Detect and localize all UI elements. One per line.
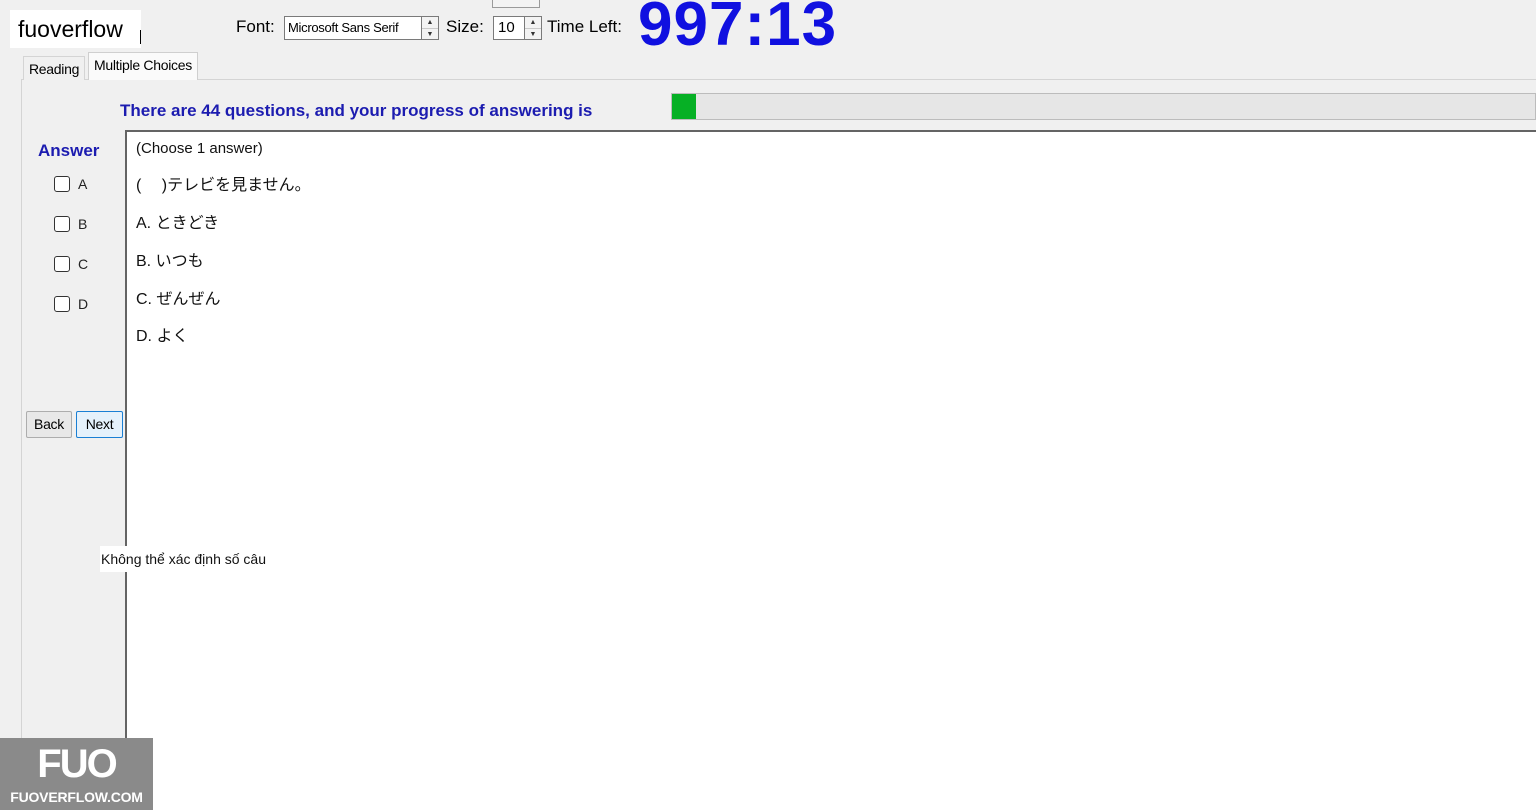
checkbox[interactable] bbox=[54, 216, 70, 232]
spin-down-icon[interactable]: ▼ bbox=[422, 28, 438, 40]
answer-title: Answer bbox=[38, 141, 100, 160]
next-button[interactable]: Next bbox=[76, 411, 123, 438]
answer-option-b[interactable]: B bbox=[54, 214, 87, 234]
question-choice: C. ぜんぜん bbox=[136, 291, 221, 308]
answer-option-label: B bbox=[78, 216, 88, 232]
time-left-value: 997:13 bbox=[638, 0, 838, 59]
question-stem: ( )テレビを見ません。 bbox=[136, 177, 311, 194]
hidden-top-control bbox=[492, 0, 540, 8]
question-instruction: (Choose 1 answer) bbox=[136, 140, 263, 157]
logo-text: FUOVERFLOW.COM bbox=[10, 789, 143, 805]
answer-option-a[interactable]: A bbox=[54, 174, 87, 194]
progress-fill bbox=[672, 94, 697, 119]
answer-option-label: C bbox=[78, 256, 89, 272]
back-button[interactable]: Back bbox=[26, 411, 72, 438]
checkbox[interactable] bbox=[54, 256, 70, 272]
answer-option-label: A bbox=[78, 176, 88, 192]
spin-down-icon[interactable]: ▼ bbox=[525, 28, 541, 40]
size-input[interactable]: 10 bbox=[493, 16, 525, 40]
progress-bar bbox=[671, 93, 1536, 120]
checkbox[interactable] bbox=[54, 176, 70, 192]
tab-multiple-choices[interactable]: Multiple Choices bbox=[88, 52, 198, 80]
question-choice: A. ときどき bbox=[136, 215, 220, 232]
time-left-label: Time Left: bbox=[547, 17, 622, 36]
answer-option-d[interactable]: D bbox=[54, 294, 88, 314]
question-choice: B. いつも bbox=[136, 253, 204, 270]
progress-text: There are 44 questions, and your progres… bbox=[120, 101, 593, 120]
logo-mark: FUO bbox=[37, 742, 117, 786]
spin-up-icon[interactable]: ▲ bbox=[422, 17, 438, 28]
checkbox[interactable] bbox=[54, 296, 70, 312]
question-choice: D. よく bbox=[136, 328, 189, 345]
tab-reading[interactable]: Reading bbox=[23, 56, 86, 80]
font-select[interactable]: Microsoft Sans Serif bbox=[284, 16, 422, 40]
fuoverflow-logo: FUO FUOVERFLOW.COM bbox=[0, 738, 153, 810]
status-message: Không thể xác định số câu bbox=[100, 546, 269, 572]
size-spinner[interactable]: ▲ ▼ bbox=[524, 16, 542, 40]
text-caret bbox=[140, 30, 141, 44]
font-spinner[interactable]: ▲ ▼ bbox=[421, 16, 439, 40]
size-label: Size: bbox=[446, 17, 484, 36]
answer-option-c[interactable]: C bbox=[54, 254, 88, 274]
username-input[interactable]: fuoverflow bbox=[10, 10, 141, 48]
spin-up-icon[interactable]: ▲ bbox=[525, 17, 541, 28]
answer-option-label: D bbox=[78, 296, 89, 312]
font-label: Font: bbox=[236, 17, 275, 36]
question-area[interactable]: (Choose 1 answer) ( )テレビを見ません。 A. ときどき B… bbox=[125, 130, 1536, 810]
